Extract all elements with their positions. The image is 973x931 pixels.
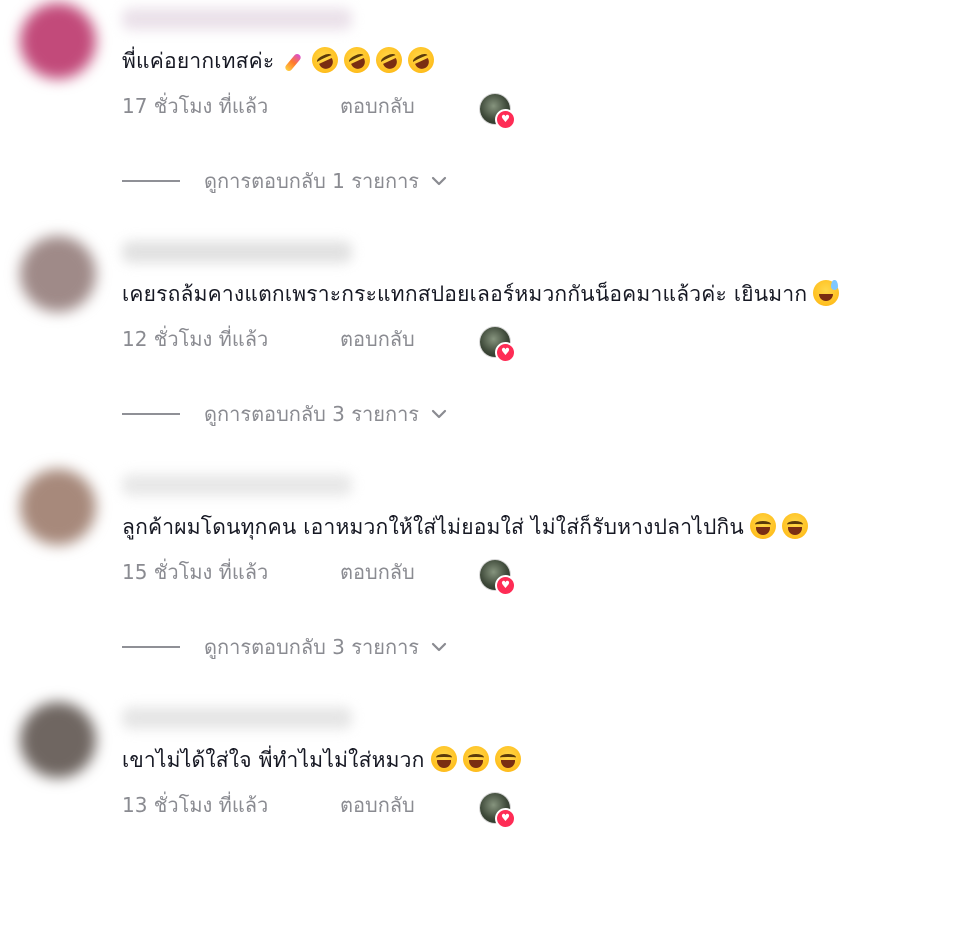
divider-line <box>122 180 180 182</box>
laughing-tears-emoji-icon <box>494 746 521 772</box>
view-replies-button[interactable]: ดูการตอบกลับ 3 รายการ <box>122 632 449 662</box>
rofl-emoji-icon <box>404 42 439 78</box>
reply-button[interactable]: ตอบกลับ <box>340 559 415 585</box>
grinning-sweat-emoji-icon <box>813 280 840 306</box>
creator-liked-avatar: ♥ <box>480 94 516 130</box>
view-replies-button[interactable]: ดูการตอบกลับ 3 รายการ <box>122 399 449 429</box>
divider-line <box>122 413 180 415</box>
clap-sparkle-emoji-icon <box>280 47 306 73</box>
heart-icon: ♥ <box>495 342 516 363</box>
comment-meta: 12 ชั่วโมง ที่แล้ว ตอบกลับ <box>122 326 415 352</box>
comment-text: เขาไม่ได้ใส่ใจ พี่ทำไมไม่ใส่หมวก <box>122 745 521 775</box>
avatar[interactable] <box>20 236 96 312</box>
creator-liked-avatar: ♥ <box>480 560 516 596</box>
username-blurred[interactable] <box>122 241 352 263</box>
rofl-emoji-icon <box>372 42 407 78</box>
comment-text: พี่แค่อยากเทสค่ะ <box>122 42 439 78</box>
comment-meta: 17 ชั่วโมง ที่แล้ว ตอบกลับ <box>122 93 415 119</box>
avatar[interactable] <box>20 3 96 79</box>
avatar[interactable] <box>20 702 96 778</box>
chevron-down-icon <box>431 642 447 652</box>
comment-time: 15 ชั่วโมง ที่แล้ว <box>122 560 269 584</box>
laughing-tears-emoji-icon <box>430 746 457 772</box>
reply-button[interactable]: ตอบกลับ <box>340 792 415 818</box>
username-blurred[interactable] <box>122 707 352 729</box>
heart-icon: ♥ <box>495 109 516 130</box>
creator-liked-avatar: ♥ <box>480 327 516 363</box>
comment-item: เขาไม่ได้ใส่ใจ พี่ทำไมไม่ใส่หมวก 13 ชั่ว… <box>0 699 973 931</box>
comment-item: ลูกค้าผมโดนทุกคน เอาหมวกให้ใส่ไม่ยอมใส่ … <box>0 466 973 698</box>
laughing-tears-emoji-icon <box>749 513 776 539</box>
view-replies-button[interactable]: ดูการตอบกลับ 1 รายการ <box>122 166 449 196</box>
laughing-tears-emoji-icon <box>462 746 489 772</box>
creator-liked-avatar: ♥ <box>480 793 516 829</box>
username-blurred[interactable] <box>122 8 352 30</box>
comment-time: 12 ชั่วโมง ที่แล้ว <box>122 327 269 351</box>
comment-time: 17 ชั่วโมง ที่แล้ว <box>122 94 269 118</box>
view-replies-label: ดูการตอบกลับ 1 รายการ <box>204 169 420 193</box>
comment-meta: 15 ชั่วโมง ที่แล้ว ตอบกลับ <box>122 559 415 585</box>
heart-icon: ♥ <box>495 808 516 829</box>
view-replies-label: ดูการตอบกลับ 3 รายการ <box>204 402 420 426</box>
chevron-down-icon <box>431 176 447 186</box>
reply-button[interactable]: ตอบกลับ <box>340 326 415 352</box>
comment-text: ลูกค้าผมโดนทุกคน เอาหมวกให้ใส่ไม่ยอมใส่ … <box>122 512 808 542</box>
avatar[interactable] <box>20 469 96 545</box>
rofl-emoji-icon <box>308 42 343 78</box>
comment-item: เคยรถล้มคางแตกเพราะกระแทกสปอยเลอร์หมวกกั… <box>0 233 973 465</box>
view-replies-label: ดูการตอบกลับ 3 รายการ <box>204 635 420 659</box>
comment-meta: 13 ชั่วโมง ที่แล้ว ตอบกลับ <box>122 792 415 818</box>
chevron-down-icon <box>431 409 447 419</box>
heart-icon: ♥ <box>495 575 516 596</box>
rofl-emoji-icon <box>340 42 375 78</box>
reply-button[interactable]: ตอบกลับ <box>340 93 415 119</box>
comment-item: พี่แค่อยากเทสค่ะ 17 ชั่วโมง ที่แล้ว ตอบก… <box>0 0 973 232</box>
comment-text: เคยรถล้มคางแตกเพราะกระแทกสปอยเลอร์หมวกกั… <box>122 279 840 309</box>
comment-time: 13 ชั่วโมง ที่แล้ว <box>122 793 269 817</box>
username-blurred[interactable] <box>122 474 352 496</box>
divider-line <box>122 646 180 648</box>
laughing-tears-emoji-icon <box>781 513 808 539</box>
